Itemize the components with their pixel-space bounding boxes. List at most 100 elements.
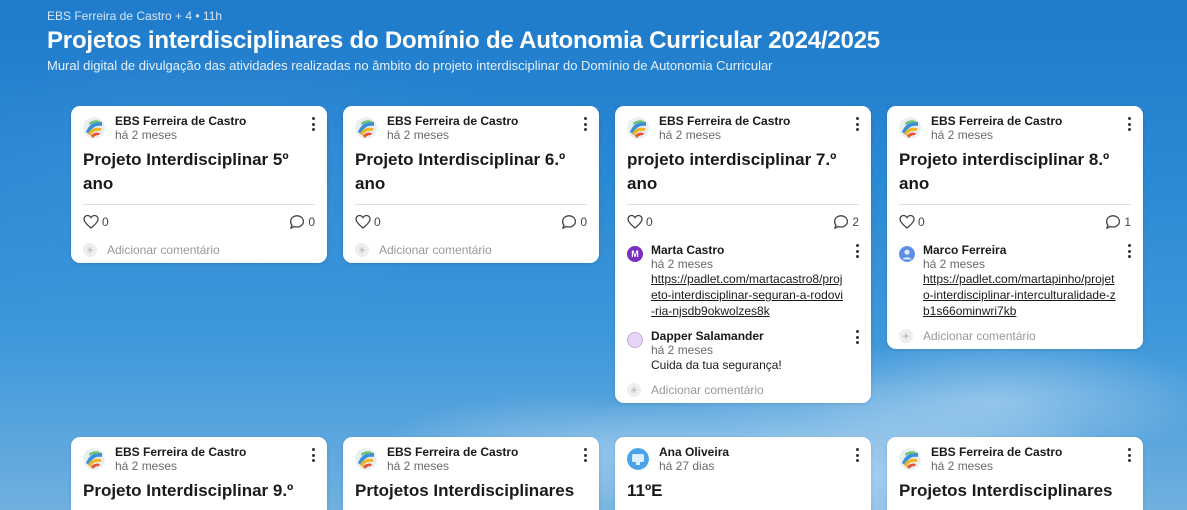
- comment-item: M Marta Castro há 2 meses https://padlet…: [627, 239, 859, 325]
- post-card-5-ano[interactable]: EBS Ferreira de Castro há 2 meses Projet…: [71, 106, 327, 263]
- like-button[interactable]: 0: [899, 214, 925, 230]
- like-count: 0: [646, 215, 653, 229]
- padlet-header: EBS Ferreira de Castro + 4 • 11h Projeto…: [47, 8, 880, 74]
- user-avatar-icon: [627, 448, 649, 470]
- plus-icon: +: [627, 383, 641, 397]
- school-logo-avatar: [355, 117, 377, 139]
- add-comment-button[interactable]: + Adicionar comentário: [83, 239, 315, 263]
- school-logo-avatar: [627, 117, 649, 139]
- comments-button[interactable]: 2: [833, 214, 859, 230]
- post-title: Projeto Interdisciplinar 6.º ano: [355, 150, 566, 193]
- more-options-icon[interactable]: [307, 447, 319, 463]
- comments-button[interactable]: 0: [561, 214, 587, 230]
- add-comment-button[interactable]: + Adicionar comentário: [355, 239, 587, 263]
- comments-button[interactable]: 1: [1105, 214, 1131, 230]
- post-author: EBS Ferreira de Castro: [659, 114, 791, 128]
- plus-icon: +: [355, 243, 369, 257]
- comment-bubble-icon: [833, 214, 849, 230]
- plus-icon: +: [899, 329, 913, 343]
- post-card-11-ano[interactable]: EBS Ferreira de Castro há 2 meses Projet…: [887, 437, 1143, 510]
- post-author: EBS Ferreira de Castro: [115, 445, 247, 459]
- post-title: Projeto interdisciplinar 8.º ano: [899, 150, 1110, 193]
- post-card-11e[interactable]: Ana Oliveira há 27 dias 11ºE: [615, 437, 871, 510]
- post-author: EBS Ferreira de Castro: [387, 114, 519, 128]
- post-title: 11ºE: [627, 481, 663, 500]
- comment-link[interactable]: https://padlet.com/martacastro8/projeto-…: [651, 271, 845, 319]
- comment-bubble-icon: [561, 214, 577, 230]
- comments-button[interactable]: 0: [289, 214, 315, 230]
- post-time: há 2 meses: [387, 128, 450, 142]
- add-comment-label: Adicionar comentário: [107, 243, 220, 257]
- comment-author: Marco Ferreira: [923, 243, 1007, 257]
- add-comment-button[interactable]: + Adicionar comentário: [627, 379, 859, 403]
- add-comment-label: Adicionar comentário: [379, 243, 492, 257]
- comment-text: Cuida da tua segurança!: [651, 358, 782, 372]
- salamander-avatar-icon: [627, 332, 643, 348]
- more-options-icon[interactable]: [307, 116, 319, 132]
- like-button[interactable]: 0: [355, 214, 381, 230]
- like-button[interactable]: 0: [627, 214, 653, 230]
- post-title: Projeto Interdisciplinar 9.º: [83, 481, 294, 500]
- more-options-icon[interactable]: [579, 116, 591, 132]
- post-card-7-ano[interactable]: EBS Ferreira de Castro há 2 meses projet…: [615, 106, 871, 403]
- more-options-icon[interactable]: [1123, 116, 1135, 132]
- comment-author: Marta Castro: [651, 243, 725, 257]
- school-logo-avatar: [899, 448, 921, 470]
- user-avatar: M: [627, 246, 643, 262]
- more-options-icon[interactable]: [579, 447, 591, 463]
- add-comment-label: Adicionar comentário: [651, 383, 764, 397]
- heart-icon: [355, 214, 371, 230]
- comment-time: há 2 meses: [923, 257, 986, 271]
- like-button[interactable]: 0: [83, 214, 109, 230]
- comment-link[interactable]: https://padlet.com/martapinho/projeto-in…: [923, 271, 1117, 319]
- more-options-icon[interactable]: [1123, 243, 1135, 259]
- comment-item: Dapper Salamander há 2 meses Cuida da tu…: [627, 325, 859, 379]
- like-count: 0: [374, 215, 381, 229]
- post-title: Projeto Interdisciplinar 5º ano: [83, 150, 289, 193]
- user-avatar-icon: [899, 246, 915, 262]
- comment-count: 0: [580, 215, 587, 229]
- school-logo-avatar: [83, 117, 105, 139]
- post-author: EBS Ferreira de Castro: [931, 114, 1063, 128]
- post-time: há 2 meses: [659, 128, 722, 142]
- comment-bubble-icon: [289, 214, 305, 230]
- post-title: Projetos Interdisciplinares: [899, 481, 1113, 500]
- post-card-9-ano[interactable]: EBS Ferreira de Castro há 2 meses Projet…: [71, 437, 327, 510]
- post-time: há 2 meses: [115, 459, 178, 473]
- comment-author: Dapper Salamander: [651, 329, 764, 343]
- plus-icon: +: [83, 243, 97, 257]
- more-options-icon[interactable]: [851, 329, 863, 345]
- like-count: 0: [918, 215, 925, 229]
- school-logo-avatar: [83, 448, 105, 470]
- heart-icon: [83, 214, 99, 230]
- comment-time: há 2 meses: [651, 257, 714, 271]
- board-title: Projetos interdisciplinares do Domínio d…: [47, 27, 880, 54]
- comment-count: 2: [852, 215, 859, 229]
- more-options-icon[interactable]: [851, 447, 863, 463]
- board-subtitle: Mural digital de divulgação das atividad…: [47, 58, 773, 73]
- post-card-8-ano[interactable]: EBS Ferreira de Castro há 2 meses Projet…: [887, 106, 1143, 349]
- post-author: EBS Ferreira de Castro: [931, 445, 1063, 459]
- more-options-icon[interactable]: [851, 116, 863, 132]
- more-options-icon[interactable]: [851, 243, 863, 259]
- comment-time: há 2 meses: [651, 343, 714, 357]
- post-author: EBS Ferreira de Castro: [387, 445, 519, 459]
- school-logo-avatar: [899, 117, 921, 139]
- post-card-6-ano[interactable]: EBS Ferreira de Castro há 2 meses Projet…: [343, 106, 599, 263]
- post-title: Prtojetos Interdisciplinares: [355, 481, 575, 500]
- post-time: há 2 meses: [931, 459, 994, 473]
- comment-item: Marco Ferreira há 2 meses https://padlet…: [899, 239, 1131, 325]
- post-title: projeto interdisciplinar 7.º ano: [627, 150, 837, 193]
- post-author: Ana Oliveira: [659, 445, 730, 459]
- board-meta: EBS Ferreira de Castro + 4 • 11h: [47, 9, 223, 23]
- add-comment-label: Adicionar comentário: [923, 329, 1036, 343]
- comment-count: 1: [1124, 215, 1131, 229]
- post-card-10-ano[interactable]: EBS Ferreira de Castro há 2 meses Prtoje…: [343, 437, 599, 510]
- heart-icon: [899, 214, 915, 230]
- like-count: 0: [102, 215, 109, 229]
- add-comment-button[interactable]: + Adicionar comentário: [899, 325, 1131, 349]
- heart-icon: [627, 214, 643, 230]
- more-options-icon[interactable]: [1123, 447, 1135, 463]
- post-time: há 2 meses: [387, 459, 450, 473]
- post-author: EBS Ferreira de Castro: [115, 114, 247, 128]
